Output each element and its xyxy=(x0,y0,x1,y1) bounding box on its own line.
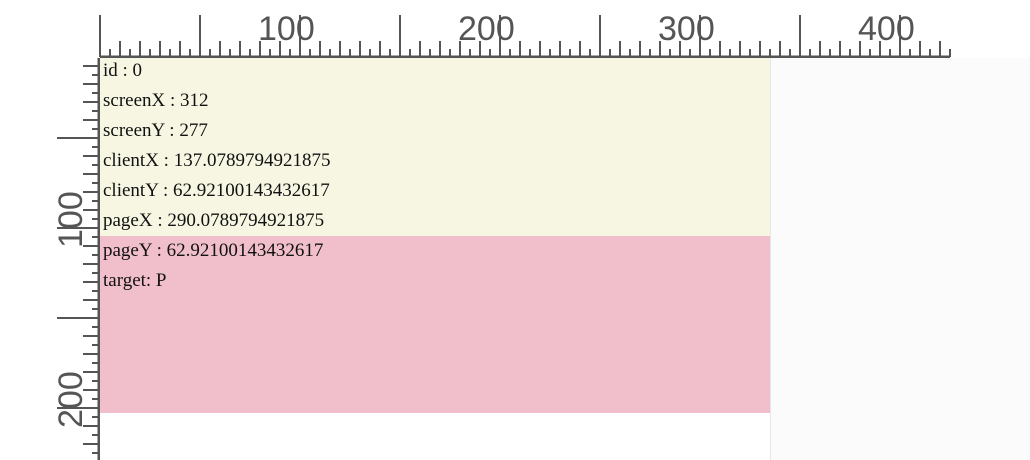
browser-viewport: id : 0 screenX : 312 screenY : 277 clien… xyxy=(0,0,1030,460)
event-screeny-text: screenY : 277 xyxy=(103,120,208,141)
horizontal-ruler: 100 200 300 400 xyxy=(99,10,951,58)
right-empty-pane xyxy=(770,58,1030,460)
ruler-label-400: 400 xyxy=(858,10,915,48)
ruler-label-100: 100 xyxy=(258,10,315,48)
event-clienty-text: clientY : 62.92100143432617 xyxy=(103,180,330,201)
ruler-label-300: 300 xyxy=(658,10,715,48)
event-pagey-text: pageY : 62.92100143432617 xyxy=(103,240,324,261)
ruler-label-left-100: 100 xyxy=(52,191,90,248)
vertical-ruler: 100 200 xyxy=(52,58,100,460)
event-target-text: target: P xyxy=(103,270,167,291)
event-screenx-text: screenX : 312 xyxy=(103,90,209,111)
ruler-label-left-200: 200 xyxy=(52,371,90,428)
event-id-text: id : 0 xyxy=(103,60,143,81)
page-content[interactable]: id : 0 screenX : 312 screenY : 277 clien… xyxy=(100,58,770,460)
event-clientx-text: clientX : 137.0789794921875 xyxy=(103,150,331,171)
event-pagex-text: pageX : 290.0789794921875 xyxy=(103,210,325,231)
ruler-label-200: 200 xyxy=(458,10,515,48)
